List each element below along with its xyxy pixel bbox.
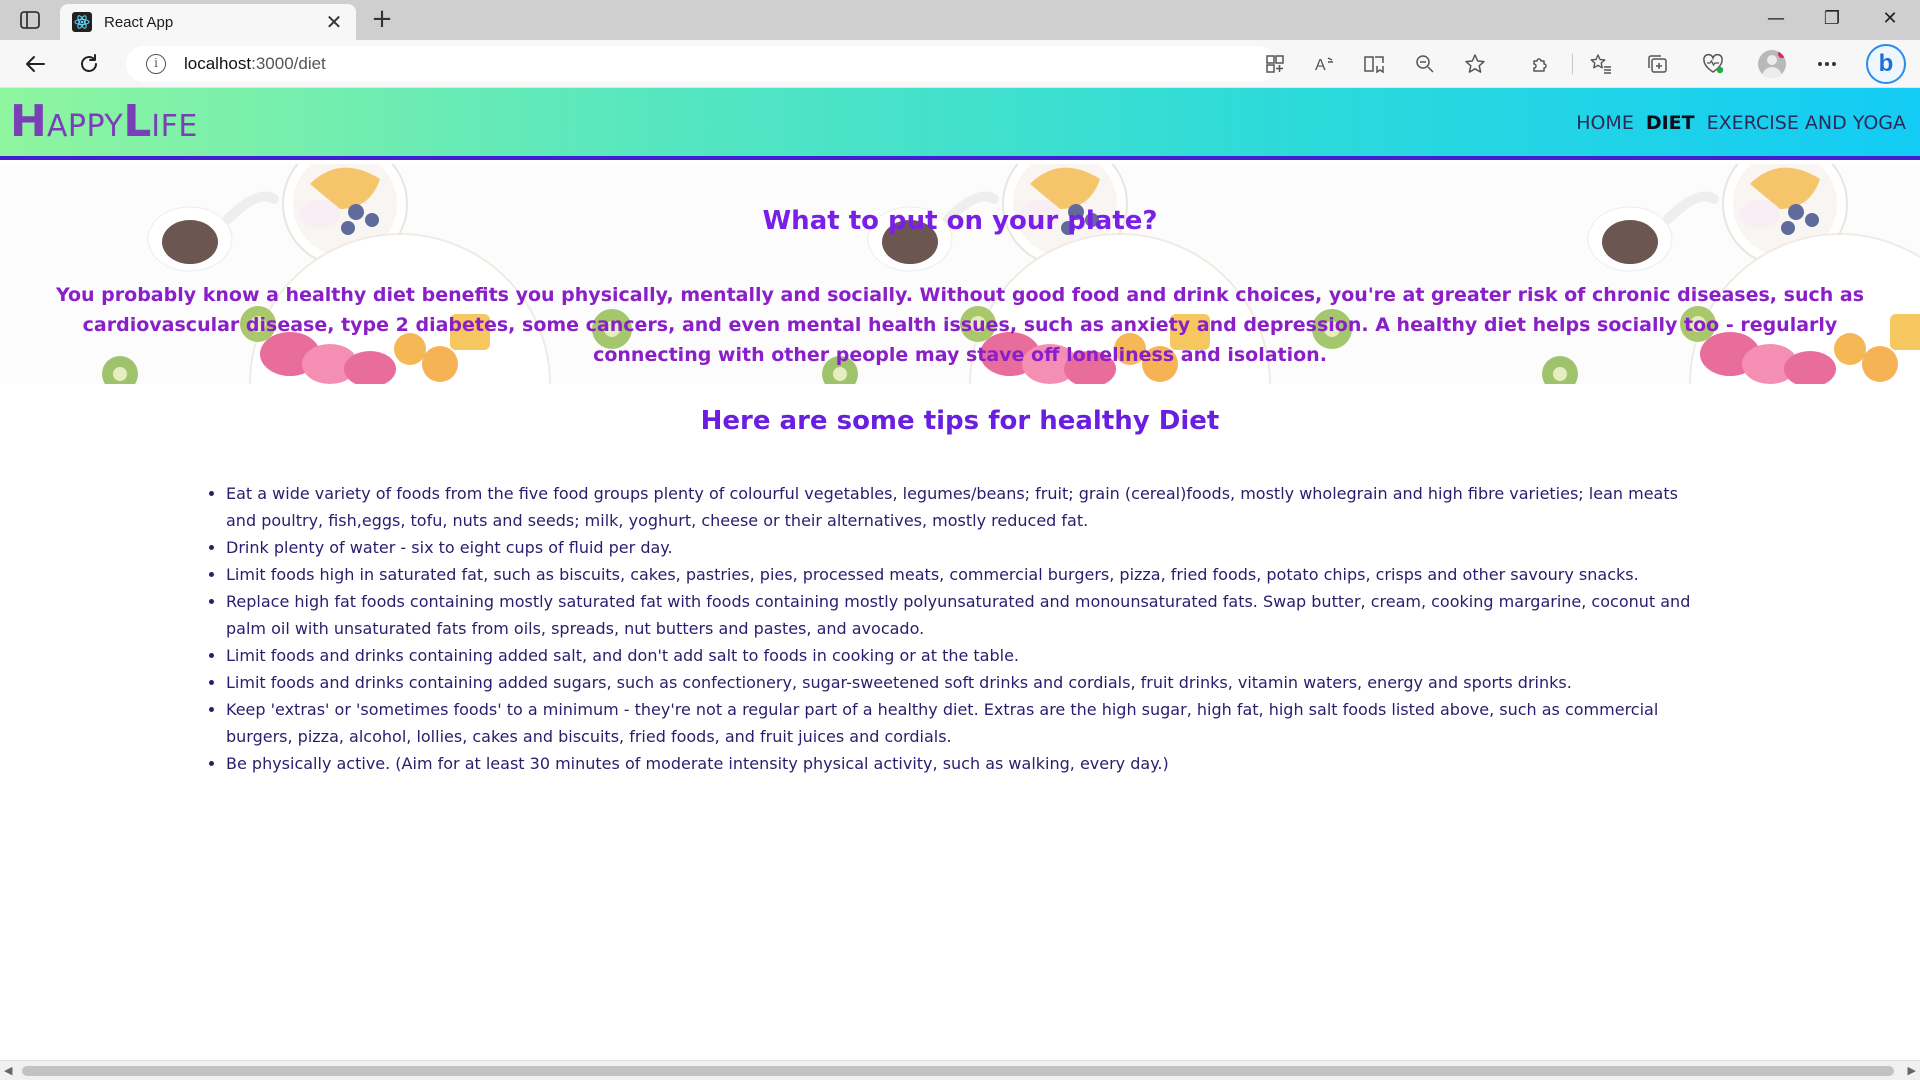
tips-title: Here are some tips for healthy Diet xyxy=(700,406,1220,436)
apps-icon[interactable] xyxy=(1262,52,1288,76)
profile-icon[interactable] xyxy=(1758,50,1786,78)
window-minimize-button[interactable]: — xyxy=(1756,8,1796,32)
site-logo[interactable]: H APPY L IFE xyxy=(10,100,198,144)
nav-link-exercise-and-yoga[interactable]: EXERCISE AND YOGA xyxy=(1707,112,1906,134)
scroll-right-icon[interactable]: ▶ xyxy=(1908,1064,1916,1077)
site-navbar: H APPY L IFE HOME DIET EXERCISE AND YOGA xyxy=(0,88,1920,160)
refresh-icon[interactable] xyxy=(74,50,104,78)
read-aloud-icon[interactable]: A xyxy=(1312,52,1338,76)
bing-chat-icon[interactable]: b xyxy=(1866,44,1906,84)
list-item: Keep 'extras' or 'sometimes foods' to a … xyxy=(226,696,1696,750)
list-item: Limit foods and drinks containing added … xyxy=(226,669,1696,696)
tab-close-icon[interactable]: ✕ xyxy=(324,10,344,34)
window-close-button[interactable]: ✕ xyxy=(1870,8,1910,32)
address-bar[interactable]: i localhost:3000/diet xyxy=(126,46,1276,82)
site-info-icon[interactable]: i xyxy=(146,54,166,74)
scroll-left-icon[interactable]: ◀ xyxy=(4,1064,12,1077)
list-item: Drink plenty of water - six to eight cup… xyxy=(226,534,1696,561)
browser-tab-bar: React App ✕ + — ❐ ✕ xyxy=(0,0,1920,40)
hero-banner: What to put on your plate? You probably … xyxy=(0,164,1920,384)
browser-tab[interactable]: React App ✕ xyxy=(60,4,356,40)
immersive-reader-icon[interactable] xyxy=(1362,52,1388,76)
favorite-star-icon[interactable] xyxy=(1462,52,1488,76)
nav-link-diet[interactable]: DIET xyxy=(1646,112,1695,134)
more-options-icon[interactable] xyxy=(1814,52,1840,76)
hero-title: What to put on your plate? xyxy=(762,206,1158,236)
nav-link-home[interactable]: HOME xyxy=(1576,112,1634,134)
list-item: Replace high fat foods containing mostly… xyxy=(226,588,1696,642)
window-restore-button[interactable]: ❐ xyxy=(1812,8,1852,32)
toolbar-separator xyxy=(1572,54,1573,74)
collections-icon[interactable] xyxy=(1644,52,1670,76)
list-item: Be physically active. (Aim for at least … xyxy=(226,750,1696,777)
site-nav-links: HOME DIET EXERCISE AND YOGA xyxy=(1576,112,1906,134)
tab-actions-icon[interactable] xyxy=(16,8,44,32)
tips-list: Eat a wide variety of foods from the fiv… xyxy=(226,480,1696,777)
react-favicon-icon xyxy=(72,12,92,32)
zoom-out-icon[interactable] xyxy=(1412,52,1438,76)
favorites-icon[interactable] xyxy=(1588,52,1614,76)
extensions-icon[interactable] xyxy=(1528,52,1554,76)
browser-essentials-icon[interactable] xyxy=(1700,52,1726,76)
list-item: Limit foods high in saturated fat, such … xyxy=(226,561,1696,588)
profile-notification-dot xyxy=(1778,50,1786,58)
hero-paragraph: You probably know a healthy diet benefit… xyxy=(55,284,1865,366)
svg-text:A: A xyxy=(1315,57,1326,74)
list-item: Limit foods and drinks containing added … xyxy=(226,642,1696,669)
new-tab-button[interactable]: + xyxy=(368,6,396,34)
url-path: :3000/diet xyxy=(251,54,326,73)
horizontal-scrollbar[interactable]: ◀ ▶ xyxy=(0,1060,1920,1080)
list-item: Eat a wide variety of foods from the fiv… xyxy=(226,480,1696,534)
scrollbar-thumb[interactable] xyxy=(22,1066,1894,1076)
back-arrow-icon[interactable] xyxy=(20,50,50,78)
page-viewport: HAPPYLIFE HOME DIET EXERCISE AND YOGA xyxy=(0,88,1920,1060)
url-host: localhost xyxy=(184,54,252,73)
tab-title: React App xyxy=(104,13,174,31)
browser-toolbar: i localhost:3000/diet A b xyxy=(0,40,1920,88)
